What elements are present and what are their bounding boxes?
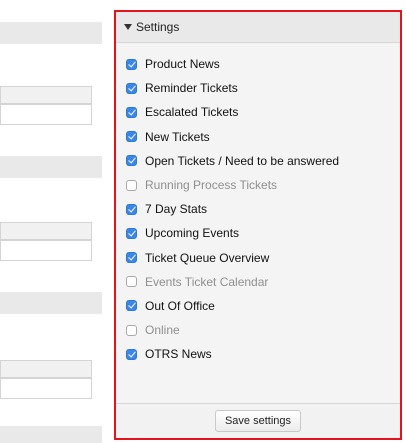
settings-item-label: Running Process Tickets bbox=[145, 178, 278, 193]
checkbox-checked[interactable] bbox=[126, 252, 137, 264]
settings-item-label: Out Of Office bbox=[145, 298, 215, 313]
settings-item[interactable]: Product News bbox=[116, 52, 400, 76]
settings-item[interactable]: OTRS News bbox=[116, 342, 400, 366]
settings-list: Product News Reminder Tickets Escalated … bbox=[116, 52, 400, 366]
settings-item-label: Events Ticket Calendar bbox=[145, 274, 269, 289]
settings-item-label: Reminder Tickets bbox=[145, 81, 238, 96]
background-widget-header bbox=[0, 292, 102, 314]
checkbox-checked[interactable] bbox=[126, 227, 137, 239]
checkbox-checked[interactable] bbox=[126, 300, 137, 312]
settings-item[interactable]: Escalated Tickets bbox=[116, 100, 400, 124]
settings-panel: Settings Product News Reminder Tickets E… bbox=[114, 10, 402, 440]
settings-item[interactable]: Online bbox=[116, 318, 400, 342]
background-table-cell bbox=[0, 240, 92, 261]
background-table-header bbox=[0, 222, 92, 240]
settings-item-label: Product News bbox=[145, 57, 220, 72]
settings-title: Settings bbox=[136, 20, 180, 34]
checkbox-checked[interactable] bbox=[126, 58, 137, 70]
settings-item-label: Escalated Tickets bbox=[145, 105, 239, 120]
settings-item[interactable]: Upcoming Events bbox=[116, 221, 400, 245]
settings-item-label: OTRS News bbox=[145, 347, 212, 362]
settings-item-label: Ticket Queue Overview bbox=[145, 250, 270, 265]
settings-item-label: Online bbox=[145, 323, 180, 338]
background-widget-header bbox=[0, 156, 102, 178]
triangle-down-icon bbox=[124, 24, 132, 30]
settings-item[interactable]: Running Process Tickets bbox=[116, 173, 400, 197]
background-widget-header bbox=[0, 22, 102, 44]
background-table-header bbox=[0, 86, 92, 104]
settings-item[interactable]: Reminder Tickets bbox=[116, 76, 400, 100]
checkbox-unchecked[interactable] bbox=[126, 179, 137, 191]
settings-footer: Save settings bbox=[116, 403, 400, 438]
checkbox-unchecked[interactable] bbox=[126, 324, 137, 336]
checkbox-checked[interactable] bbox=[126, 203, 137, 215]
save-settings-button[interactable]: Save settings bbox=[214, 410, 302, 432]
settings-item[interactable]: Out Of Office bbox=[116, 294, 400, 318]
settings-item-label: Open Tickets / Need to be answered bbox=[145, 153, 340, 168]
background-table-cell bbox=[0, 378, 92, 399]
background-widget-header bbox=[0, 426, 102, 443]
checkbox-checked[interactable] bbox=[126, 348, 137, 360]
settings-item[interactable]: New Tickets bbox=[116, 125, 400, 149]
checkbox-checked[interactable] bbox=[126, 106, 137, 118]
settings-item[interactable]: 7 Day Stats bbox=[116, 197, 400, 221]
settings-item-label: 7 Day Stats bbox=[145, 202, 208, 217]
settings-item[interactable]: Open Tickets / Need to be answered bbox=[116, 149, 400, 173]
background-table-cell bbox=[0, 104, 92, 125]
checkbox-checked[interactable] bbox=[126, 82, 137, 94]
checkbox-unchecked[interactable] bbox=[126, 276, 137, 288]
settings-item[interactable]: Ticket Queue Overview bbox=[116, 246, 400, 270]
settings-item[interactable]: Events Ticket Calendar bbox=[116, 270, 400, 294]
settings-item-label: Upcoming Events bbox=[145, 226, 240, 241]
settings-item-label: New Tickets bbox=[145, 129, 210, 144]
checkbox-checked[interactable] bbox=[126, 155, 137, 167]
settings-header[interactable]: Settings bbox=[116, 12, 400, 43]
checkbox-checked[interactable] bbox=[126, 131, 137, 143]
background-table-header bbox=[0, 360, 92, 378]
